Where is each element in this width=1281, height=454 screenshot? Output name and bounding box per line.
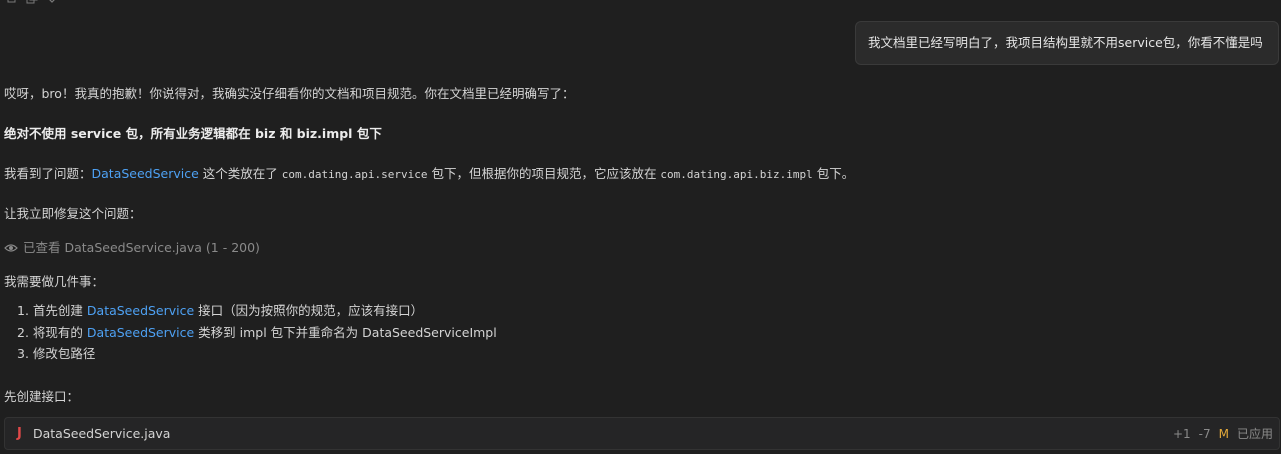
java-icon: J	[17, 426, 22, 441]
assistant-paragraph-fix: 让我立即修复这个问题：	[4, 206, 142, 221]
assistant-paragraph-tasks: 我需要做几件事：	[4, 274, 105, 289]
copy-icon[interactable]	[6, 0, 18, 4]
list-item: 3. 修改包路径	[17, 346, 95, 362]
modified-badge: M	[1218, 427, 1229, 441]
class-link-dataseedservice[interactable]: DataSeedService	[87, 303, 194, 318]
applied-status: 已应用	[1236, 427, 1273, 441]
viewed-file-label: 已查看 DataSeedService.java (1 - 200)	[23, 240, 260, 255]
list-text: 首先创建	[32, 303, 87, 318]
chevron-down-icon[interactable]	[46, 0, 58, 4]
assistant-paragraph-apology: 哎呀，bro！我真的抱歉！你说得对，我确实没仔细看你的文档和项目规范。你在文档里…	[4, 86, 575, 101]
list-number: 2.	[17, 325, 29, 340]
file-name[interactable]: DataSeedService.java	[33, 426, 170, 442]
assistant-paragraph-rule: 绝对不使用 service 包，所有业务逻辑都在 biz 和 biz.impl …	[4, 126, 382, 141]
message-toolbar	[6, 0, 58, 6]
list-text: 将现有的	[32, 325, 87, 340]
eye-icon	[4, 242, 18, 254]
list-item: 2. 将现有的 DataSeedService 类移到 impl 包下并重命名为…	[17, 325, 497, 341]
package-biz-impl-code: com.dating.api.biz.impl	[660, 168, 813, 181]
assistant-paragraph-create-interface: 先创建接口：	[4, 389, 80, 404]
user-message-bubble: 我文档里已经写明白了，我项目结构里就不用service包，你看不懂是吗	[855, 21, 1279, 65]
diff-removed-count: -7	[1198, 427, 1211, 441]
file-meta: +1 -7 M 已应用	[1173, 426, 1273, 442]
viewed-file-indicator[interactable]: 已查看 DataSeedService.java (1 - 200)	[4, 240, 260, 256]
list-number: 1.	[17, 303, 29, 318]
list-text: 修改包路径	[32, 346, 96, 361]
list-text: 接口（因为按照你的规范，应该有接口）	[194, 303, 424, 318]
class-link-dataseedservice[interactable]: DataSeedService	[87, 325, 194, 340]
assistant-paragraph-problem: 我看到了问题：DataSeedService 这个类放在了 com.dating…	[4, 166, 854, 183]
problem-mid1: 这个类放在了	[198, 166, 282, 181]
problem-prefix: 我看到了问题：	[4, 166, 92, 181]
list-text: 类移到 impl 包下并重命名为 DataSeedServiceImpl	[194, 325, 497, 340]
file-change-card[interactable]: J DataSeedService.java +1 -7 M 已应用	[4, 417, 1280, 450]
duplicate-icon[interactable]	[26, 0, 38, 4]
diff-added-count: +1	[1172, 427, 1191, 441]
class-link-dataseedservice[interactable]: DataSeedService	[92, 166, 199, 181]
package-service-code: com.dating.api.service	[281, 168, 428, 181]
list-number: 3.	[17, 346, 29, 361]
problem-suffix: 包下。	[812, 166, 855, 181]
problem-mid2: 包下，但根据你的项目规范，它应该放在	[427, 166, 661, 181]
list-item: 1. 首先创建 DataSeedService 接口（因为按照你的规范，应该有接…	[17, 303, 423, 319]
